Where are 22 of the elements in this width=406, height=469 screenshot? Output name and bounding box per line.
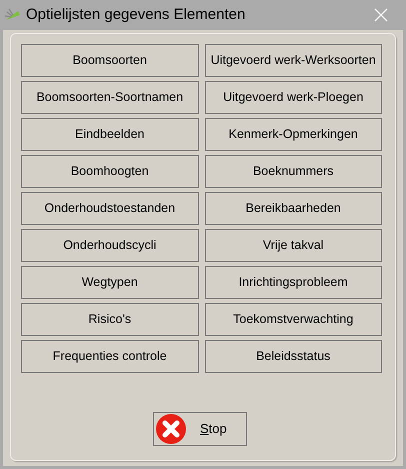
close-icon[interactable] — [374, 8, 388, 22]
option-list-button[interactable]: Beleidsstatus — [204, 340, 382, 373]
option-list-button[interactable]: Boomhoogten — [21, 155, 198, 188]
option-list-button[interactable]: Eindbeelden — [21, 118, 198, 151]
option-list-button[interactable]: Toekomstverwachting — [204, 303, 382, 336]
option-list-button[interactable]: Vrije takval — [204, 229, 382, 262]
option-list-button[interactable]: Onderhoudstoestanden — [21, 192, 198, 225]
option-list-button[interactable]: Boeknummers — [204, 155, 382, 188]
option-list-button[interactable]: Uitgevoerd werk-Ploegen — [204, 81, 382, 114]
option-list-button[interactable]: Risico's — [21, 303, 198, 336]
option-list-button[interactable]: Onderhoudscycli — [21, 229, 198, 262]
option-list-button[interactable]: Inrichtingsprobleem — [204, 266, 382, 299]
option-list-button[interactable]: Frequenties controle — [21, 340, 198, 373]
option-list-button[interactable]: Wegtypen — [21, 266, 198, 299]
window-title: Optielijsten gegevens Elementen — [26, 4, 246, 25]
option-list-button[interactable]: Boomsoorten-Soortnamen — [21, 81, 198, 114]
stop-button[interactable]: Stop — [153, 412, 247, 446]
option-list-button[interactable]: Kenmerk-Opmerkingen — [204, 118, 382, 151]
stop-sign-icon — [156, 414, 186, 444]
option-list-button[interactable]: Bereikbaarheden — [204, 192, 382, 225]
option-list-button[interactable]: Boomsoorten — [21, 44, 198, 77]
option-list-button[interactable]: Uitgevoerd werk-Werksoorten — [204, 44, 382, 77]
